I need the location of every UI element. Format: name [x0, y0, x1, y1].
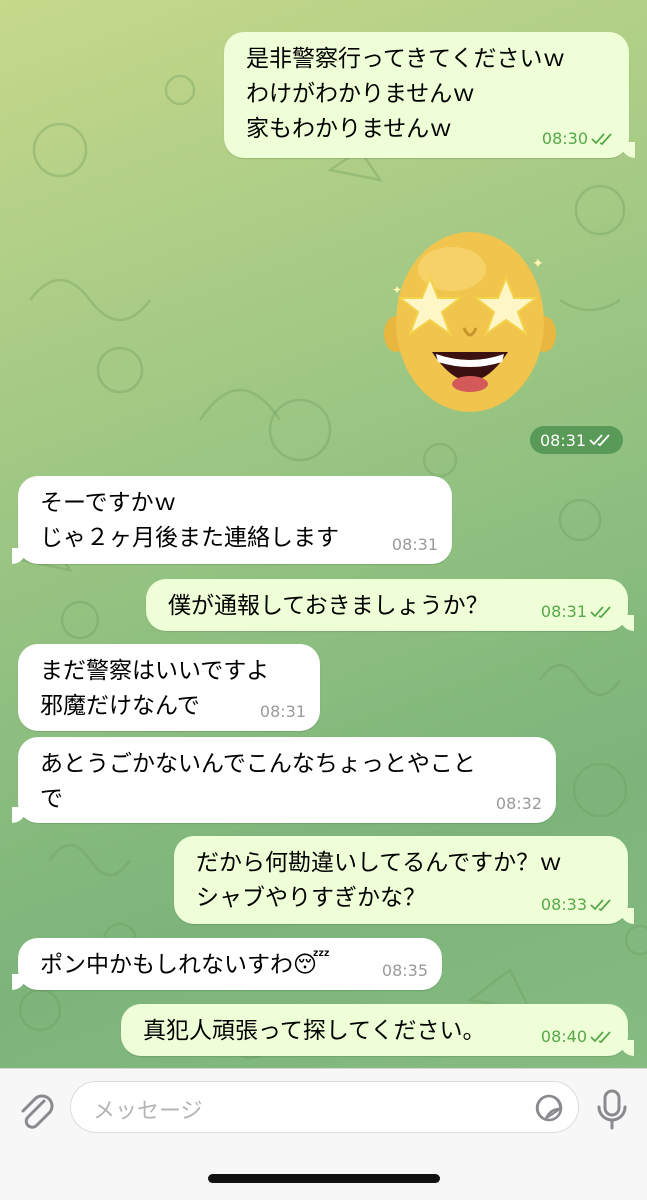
double-check-icon [590, 899, 611, 912]
yawning-face-emoji: 😴 [293, 952, 330, 978]
message-time: 08:35 [381, 961, 428, 980]
message-time: 08:31 [391, 535, 438, 554]
message-time: 08:31 [259, 702, 306, 721]
home-indicator[interactable] [208, 1174, 440, 1183]
message-input-placeholder: メッセージ [93, 1099, 203, 1124]
message-meta: 08:31 [260, 703, 306, 721]
double-check-icon [591, 133, 612, 146]
sticker-icon[interactable] [534, 1093, 564, 1123]
message-meta: 08:32 [496, 795, 542, 813]
message-time: 08:33 [540, 895, 587, 914]
message-meta: 08:30 [542, 130, 615, 148]
message-input[interactable]: メッセージ [70, 1081, 579, 1133]
star-eyes-memoji-sticker[interactable]: ✦ ✦ [382, 224, 558, 420]
message-bubble-outgoing[interactable]: 真犯人頑張って探してください。 08:40 [121, 1004, 634, 1056]
message-meta: 08:31 [541, 603, 614, 621]
message-bubble-outgoing[interactable]: だから何勘違いしてるんですか？ｗ シャブやりすぎかな？ 08:33 [174, 836, 634, 924]
message-time: 08:32 [495, 794, 542, 813]
message-bubble-outgoing[interactable]: 僕が通報しておきましょうか？ 08:31 [146, 579, 634, 631]
message-bubble-incoming[interactable]: そーですかｗ じゃ２ヶ月後また連絡します 08:31 [12, 476, 452, 564]
message-time: 08:40 [540, 1027, 587, 1046]
message-meta: 08:35 [382, 962, 428, 980]
message-time: 08:30 [541, 129, 588, 148]
message-time: 08:31 [540, 602, 587, 621]
message-text: ポン中かもしれないすわ😴 [40, 948, 424, 983]
sticker-meta: 08:31 [530, 426, 624, 454]
svg-text:✦: ✦ [392, 283, 402, 297]
message-bubble-incoming[interactable]: あとうごかないんでこんなちょっとやこと で 08:32 [12, 737, 556, 823]
double-check-icon [590, 1031, 611, 1044]
svg-text:✦: ✦ [532, 256, 544, 272]
message-bubble-outgoing[interactable]: 是非警察行ってきてくださいｗ わけがわかりませんｗ 家もわかりませんｗ 08:3… [224, 32, 635, 158]
microphone-icon[interactable] [592, 1087, 632, 1131]
double-check-icon [589, 434, 610, 447]
message-meta: 08:33 [541, 896, 614, 914]
message-text: そーですかｗ じゃ２ヶ月後また連絡します [40, 490, 339, 551]
double-check-icon [590, 606, 611, 619]
message-bubble-incoming[interactable]: まだ警察はいいですよ 邪魔だけなんで 08:31 [18, 644, 320, 731]
message-time: 08:31 [540, 430, 587, 450]
message-meta: 08:40 [541, 1028, 614, 1046]
message-meta: 08:31 [392, 536, 438, 554]
message-text: あとうごかないんでこんなちょっとやこと で [40, 751, 476, 812]
paperclip-icon[interactable] [16, 1089, 56, 1133]
message-bubble-incoming[interactable]: ポン中かもしれないすわ😴 08:35 [12, 938, 442, 990]
message-text-body: ポン中かもしれないすわ [40, 952, 293, 978]
